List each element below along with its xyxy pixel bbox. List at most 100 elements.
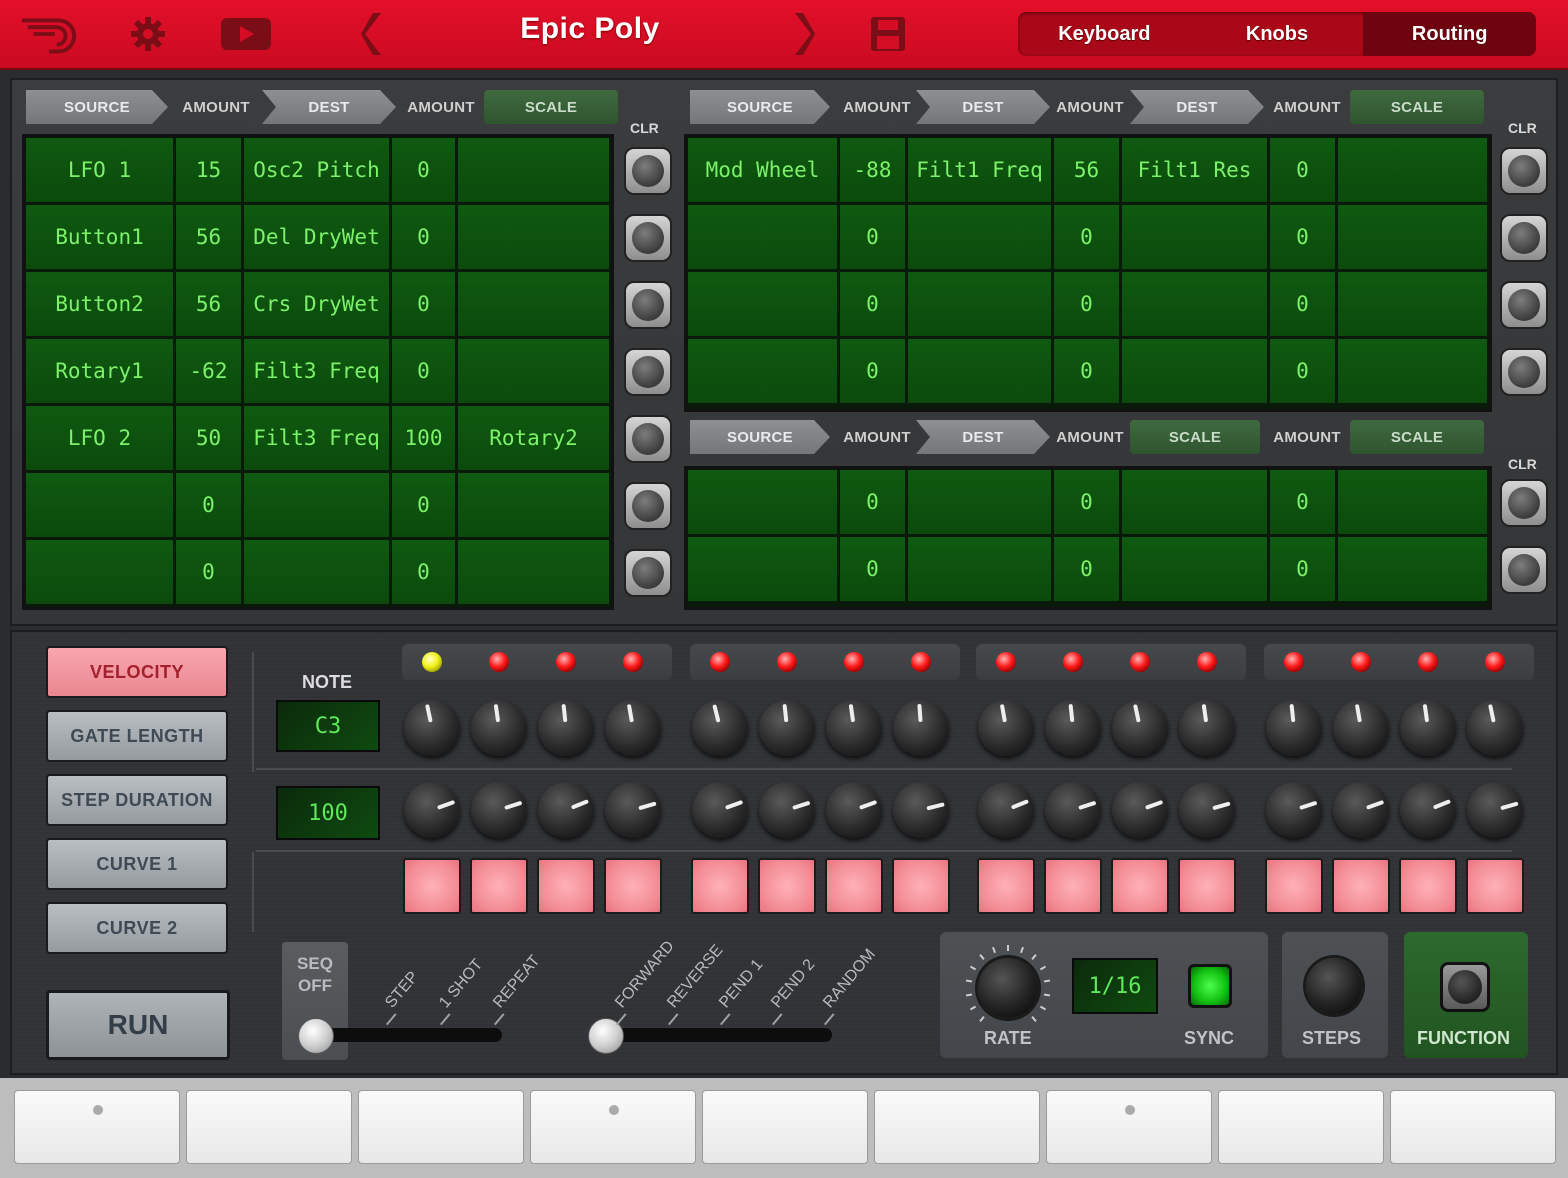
route-amount-cell[interactable]: 0	[840, 339, 905, 403]
route-scale-cell[interactable]	[458, 540, 609, 604]
note-display[interactable]: C3	[276, 700, 380, 752]
route-dest-cell[interactable]	[908, 205, 1051, 269]
route-amount-cell[interactable]: 15	[176, 138, 241, 202]
route-scale-cell[interactable]	[1338, 470, 1487, 534]
curve-1-button[interactable]: CURVE 1	[46, 838, 228, 890]
route-amount-cell[interactable]: 100	[392, 406, 455, 470]
clear-row-button[interactable]	[1500, 478, 1548, 527]
white-key[interactable]	[1390, 1090, 1556, 1164]
value-knob[interactable]	[605, 782, 661, 838]
route-amount-cell[interactable]: 0	[840, 205, 905, 269]
step-pad[interactable]	[892, 858, 950, 914]
route-dest-cell[interactable]: Filt1 Res	[1122, 138, 1267, 202]
value-knob[interactable]	[1333, 782, 1389, 838]
value-knob[interactable]	[893, 782, 949, 838]
clear-row-button[interactable]	[624, 146, 672, 195]
note-knob[interactable]	[759, 700, 815, 756]
note-knob[interactable]	[538, 700, 594, 756]
clear-row-button[interactable]	[624, 414, 672, 463]
direction-slider-track[interactable]	[602, 1028, 832, 1042]
route-source-cell[interactable]: Button1	[26, 205, 173, 269]
route-amount-cell[interactable]: 0	[1270, 205, 1335, 269]
route-amount-cell[interactable]: 0	[392, 540, 455, 604]
velocity-display[interactable]: 100	[276, 786, 380, 840]
white-key[interactable]	[530, 1090, 696, 1164]
value-knob[interactable]	[692, 782, 748, 838]
step-duration-button[interactable]: STEP DURATION	[46, 774, 228, 826]
route-source-cell[interactable]: Button2	[26, 272, 173, 336]
value-knob[interactable]	[1400, 782, 1456, 838]
rate-knob[interactable]	[978, 958, 1038, 1018]
white-key[interactable]	[1218, 1090, 1384, 1164]
note-knob[interactable]	[1266, 700, 1322, 756]
route-amount-cell[interactable]: 0	[392, 272, 455, 336]
step-pad[interactable]	[758, 858, 816, 914]
route-amount-cell[interactable]: 0	[1270, 339, 1335, 403]
route-amount-cell[interactable]: 56	[176, 205, 241, 269]
velocity-button[interactable]: VELOCITY	[46, 646, 228, 698]
route-amount-cell[interactable]: 0	[840, 470, 905, 534]
route-dest-cell[interactable]: Filt1 Freq	[908, 138, 1051, 202]
play-mode-slider-track[interactable]	[312, 1028, 502, 1042]
route-amount-cell[interactable]: 0	[1270, 537, 1335, 601]
route-source-cell[interactable]: LFO 2	[26, 406, 173, 470]
route-dest-cell[interactable]: Filt3 Freq	[244, 339, 389, 403]
step-pad[interactable]	[1265, 858, 1323, 914]
steps-knob[interactable]	[1306, 958, 1362, 1014]
step-pad[interactable]	[537, 858, 595, 914]
note-knob[interactable]	[692, 700, 748, 756]
route-dest-cell[interactable]	[908, 272, 1051, 336]
step-pad[interactable]	[470, 858, 528, 914]
note-knob[interactable]	[978, 700, 1034, 756]
route-dest-cell[interactable]: Osc2 Pitch	[244, 138, 389, 202]
route-amount-cell[interactable]: 0	[1054, 272, 1119, 336]
route-amount-cell[interactable]: 0	[392, 138, 455, 202]
route-dest-cell[interactable]: Crs DryWet	[244, 272, 389, 336]
route-amount-cell[interactable]: -88	[840, 138, 905, 202]
play-mode-slider-thumb[interactable]	[298, 1018, 334, 1054]
route-scale-cell[interactable]	[1338, 205, 1487, 269]
function-button[interactable]	[1440, 962, 1490, 1012]
route-amount-cell[interactable]: 56	[176, 272, 241, 336]
white-key[interactable]	[14, 1090, 180, 1164]
route-scale-cell[interactable]	[1122, 537, 1267, 601]
step-pad[interactable]	[691, 858, 749, 914]
route-dest-cell[interactable]	[244, 473, 389, 537]
prev-preset-icon[interactable]	[342, 8, 402, 60]
clear-row-button[interactable]	[624, 481, 672, 530]
route-dest-cell[interactable]	[1122, 339, 1267, 403]
route-dest-cell[interactable]	[244, 540, 389, 604]
step-pad[interactable]	[604, 858, 662, 914]
route-amount-cell[interactable]: -62	[176, 339, 241, 403]
route-scale-cell[interactable]	[1338, 537, 1487, 601]
route-amount-cell[interactable]: 0	[176, 540, 241, 604]
step-pad[interactable]	[1332, 858, 1390, 914]
value-knob[interactable]	[1266, 782, 1322, 838]
route-amount-cell[interactable]: 0	[1270, 470, 1335, 534]
route-amount-cell[interactable]: 0	[176, 473, 241, 537]
clear-row-button[interactable]	[624, 347, 672, 396]
route-amount-cell[interactable]: 50	[176, 406, 241, 470]
route-amount-cell[interactable]: 0	[1054, 205, 1119, 269]
route-amount-cell[interactable]: 56	[1054, 138, 1119, 202]
route-source-cell[interactable]	[688, 339, 837, 403]
note-knob[interactable]	[1045, 700, 1101, 756]
route-amount-cell[interactable]: 0	[840, 272, 905, 336]
route-amount-cell[interactable]: 0	[1054, 537, 1119, 601]
gear-icon[interactable]	[118, 8, 178, 60]
route-source-cell[interactable]: Mod Wheel	[688, 138, 837, 202]
route-dest-cell[interactable]: Del DryWet	[244, 205, 389, 269]
value-knob[interactable]	[404, 782, 460, 838]
white-key[interactable]	[702, 1090, 868, 1164]
note-knob[interactable]	[1179, 700, 1235, 756]
value-knob[interactable]	[1112, 782, 1168, 838]
clear-row-button[interactable]	[1500, 347, 1548, 396]
curve-2-button[interactable]: CURVE 2	[46, 902, 228, 954]
route-amount-cell[interactable]: 0	[1270, 138, 1335, 202]
route-source-cell[interactable]	[26, 473, 173, 537]
route-dest-cell[interactable]	[908, 470, 1051, 534]
step-pad[interactable]	[825, 858, 883, 914]
route-dest-cell[interactable]	[908, 339, 1051, 403]
clear-row-button[interactable]	[1500, 280, 1548, 329]
note-knob[interactable]	[1112, 700, 1168, 756]
